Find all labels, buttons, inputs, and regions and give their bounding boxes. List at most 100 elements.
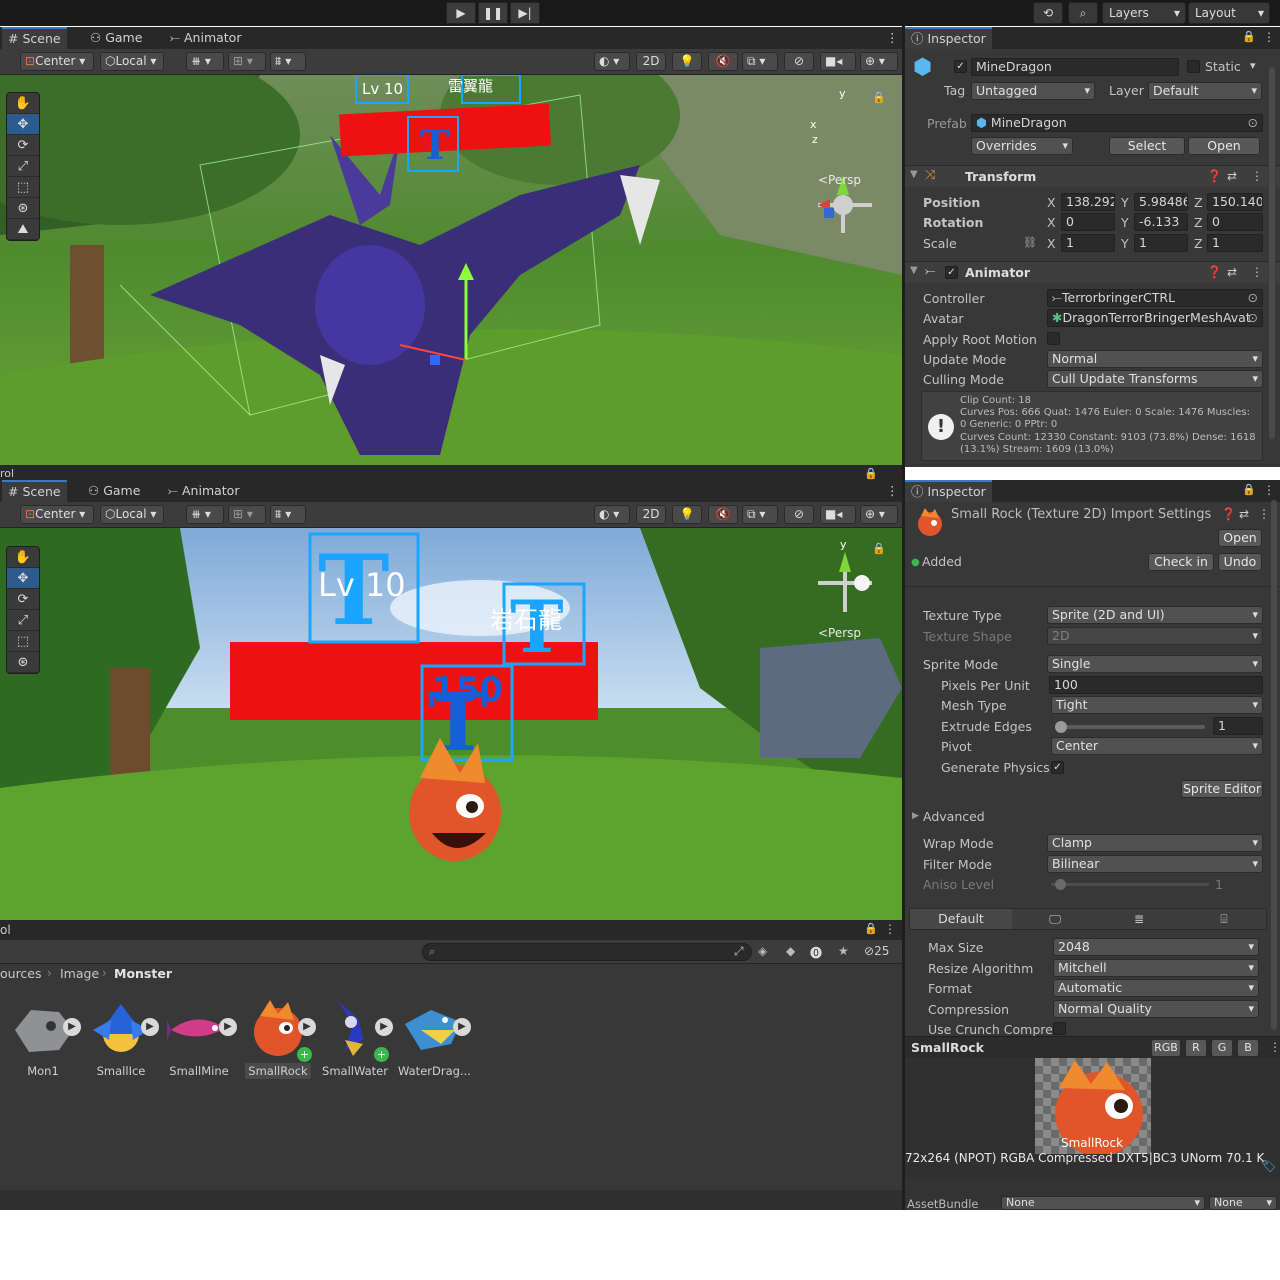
scale-x-field[interactable]: 1 (1061, 234, 1115, 252)
pivot-dropdown[interactable]: ⊡Center ▾ (20, 505, 94, 524)
hidden-objects-toggle[interactable]: ⊘ (784, 505, 814, 524)
scrollbar[interactable] (1271, 500, 1277, 1030)
object-picker-icon[interactable]: ⊙ (1248, 115, 1258, 131)
tab-inspector[interactable]: ⓘ Inspector (905, 480, 992, 502)
position-y-field[interactable]: 5.98486 (1134, 193, 1188, 211)
play-preview-icon[interactable]: ▶ (298, 1018, 316, 1036)
apply-root-motion-checkbox[interactable] (1047, 332, 1060, 345)
more-options-icon[interactable]: ⋮ (884, 922, 896, 936)
pixels-per-unit-field[interactable]: 100 (1049, 676, 1263, 694)
rotate-tool-icon[interactable]: ⟳ (7, 135, 39, 156)
rect-tool-icon[interactable]: ⬚ (7, 177, 39, 198)
animator-enabled-checkbox[interactable]: ✓ (945, 266, 958, 279)
hidden-objects-toggle[interactable]: ⊘ (784, 52, 814, 71)
resize-algorithm-dropdown[interactable]: Mitchell (1053, 959, 1259, 977)
rotation-z-field[interactable]: 0 (1207, 213, 1263, 231)
tab-server[interactable]: ≣ (1098, 909, 1180, 929)
2d-toggle[interactable]: 2D (636, 505, 666, 524)
undo-button[interactable]: Undo (1218, 553, 1262, 571)
scene-top-viewport[interactable]: T Lv 10 雷翼龍 y x z <Persp 🔒 ✋ ✥ ⟳ ⤢ ⬚ ⊛ ⛰ (0, 75, 902, 465)
lock-icon[interactable]: 🔒 (864, 922, 878, 935)
more-options-icon[interactable]: ⋮ (1251, 169, 1263, 183)
rotate-tool-icon[interactable]: ⟳ (7, 589, 39, 610)
custom-tool-icon[interactable]: ⛰ (7, 219, 39, 240)
tag-dropdown[interactable]: Untagged (971, 82, 1095, 100)
foldout-arrow-icon[interactable]: ▼ (910, 265, 918, 276)
rect-tool-icon[interactable]: ⬚ (7, 631, 39, 652)
lighting-toggle[interactable]: 💡 (672, 505, 702, 524)
hand-tool-icon[interactable]: ✋ (7, 93, 39, 114)
label-tag-icon[interactable]: 🏷 (1261, 1159, 1276, 1173)
transform-header[interactable]: ▼ ⤨ Transform ❓ ⇄ ⋮ (905, 165, 1280, 187)
persp-label[interactable]: <Persp (818, 173, 861, 187)
hidden-count[interactable]: ⊘25 (864, 944, 889, 958)
lock-icon[interactable]: 🔒 (1242, 30, 1256, 43)
more-options-icon[interactable]: ⋮ (1251, 265, 1263, 279)
sprite-editor-button[interactable]: Sprite Editor (1181, 780, 1263, 798)
save-search-icon[interactable]: ⤢ (734, 944, 744, 959)
help-icon[interactable]: ❓ (1221, 507, 1236, 521)
grid-snap-button[interactable]: ⧻ ▾ (186, 505, 224, 524)
object-picker-icon[interactable]: ⊙ (1248, 290, 1258, 306)
lock-icon[interactable]: 🔒 (872, 91, 886, 104)
controller-field[interactable]: ⤚TerrorbringerCTRL ⊙ (1047, 289, 1263, 307)
foldout-arrow-icon[interactable]: ▼ (910, 169, 918, 180)
scrollbar[interactable] (1269, 67, 1275, 439)
lock-icon[interactable]: 🔒 (1242, 483, 1256, 496)
breadcrumb-item[interactable]: ources (0, 966, 42, 981)
channel-g-button[interactable]: G (1211, 1039, 1233, 1057)
more-options-icon[interactable]: ⋮ (1258, 507, 1270, 521)
filter-type-icon[interactable]: ◈ (758, 944, 767, 958)
advanced-foldout[interactable]: Advanced (923, 809, 985, 824)
asset-item[interactable]: ▶ WaterDrag... (398, 1000, 471, 1078)
culling-mode-dropdown[interactable]: Cull Update Transforms (1047, 370, 1263, 388)
camera-dropdown[interactable]: ■◂ ▾ (820, 505, 856, 538)
mesh-type-dropdown[interactable]: Tight (1051, 696, 1263, 714)
tab-webgl[interactable]: ⌹ (1182, 909, 1266, 929)
help-icon[interactable]: ❓ (1207, 265, 1222, 279)
draw-mode-dropdown[interactable]: ◐ ▾ (594, 52, 630, 71)
tab-animator[interactable]: ⤚ Animator (162, 480, 245, 502)
history-button[interactable]: ⟲ (1033, 2, 1063, 24)
play-preview-icon[interactable]: ▶ (453, 1018, 471, 1036)
rotation-x-field[interactable]: 0 (1061, 213, 1115, 231)
position-x-field[interactable]: 138.292 (1061, 193, 1115, 211)
tab-game[interactable]: ⚇ Game (82, 480, 146, 502)
channel-r-button[interactable]: R (1185, 1039, 1207, 1057)
wrap-mode-dropdown[interactable]: Clamp (1047, 834, 1263, 852)
max-size-dropdown[interactable]: 2048 (1053, 938, 1259, 956)
assetbundle-dropdown[interactable]: None (1001, 1196, 1205, 1210)
tab-standalone[interactable]: 🖵 (1014, 909, 1096, 929)
star-icon[interactable]: ★ (838, 944, 849, 958)
compression-dropdown[interactable]: Normal Quality (1053, 1000, 1259, 1018)
space-dropdown[interactable]: ⬡Local ▾ (100, 52, 164, 71)
scene-bottom-viewport[interactable]: T T T Lv 10 岩石龍 150 y <Persp 🔒 ✋ ✥ ⟳ ⤢ ⬚… (0, 528, 902, 920)
select-button[interactable]: Select (1109, 137, 1185, 155)
move-tool-icon[interactable]: ✥ (7, 114, 39, 135)
lock-icon[interactable]: 🔒 (872, 542, 886, 555)
layers-dropdown[interactable]: Layers ▾ (1102, 2, 1186, 24)
tab-scene[interactable]: # Scene (2, 480, 67, 502)
pivot-dropdown[interactable]: Center (1051, 737, 1263, 755)
preset-icon[interactable]: ⇄ (1227, 169, 1237, 183)
sprite-mode-dropdown[interactable]: Single (1047, 655, 1263, 673)
more-options-icon[interactable]: ⋮ (1263, 483, 1275, 497)
asset-item[interactable]: ▶ SmallMine (164, 1000, 237, 1078)
layout-dropdown[interactable]: Layout ▾ (1188, 2, 1270, 24)
warning-icon[interactable]: ⓿ (810, 944, 822, 961)
avatar-field[interactable]: ✱DragonTerrorBringerMeshAvat ⊙ (1047, 309, 1263, 327)
play-preview-icon[interactable]: ▶ (219, 1018, 237, 1036)
persp-label[interactable]: <Persp (818, 626, 861, 640)
increment-snap-button[interactable]: ⊞ ▾ (228, 52, 266, 71)
position-z-field[interactable]: 150.140 (1207, 193, 1263, 211)
camera-dropdown[interactable]: ■◂ ▾ (820, 52, 856, 85)
scale-z-field[interactable]: 1 (1207, 234, 1263, 252)
object-name-field[interactable]: MineDragon (971, 58, 1179, 76)
tab-game[interactable]: ⚇ Game (84, 27, 148, 49)
gizmos-dropdown[interactable]: ⊕ ▾ (860, 52, 898, 71)
more-options-icon[interactable]: ⋮ (1263, 30, 1275, 44)
assetbundle-variant-dropdown[interactable]: None (1209, 1196, 1277, 1210)
generate-physics-checkbox[interactable]: ✓ (1051, 761, 1064, 774)
foldout-arrow-icon[interactable]: ▶ (912, 811, 919, 821)
texture-type-dropdown[interactable]: Sprite (2D and UI) (1047, 606, 1263, 624)
